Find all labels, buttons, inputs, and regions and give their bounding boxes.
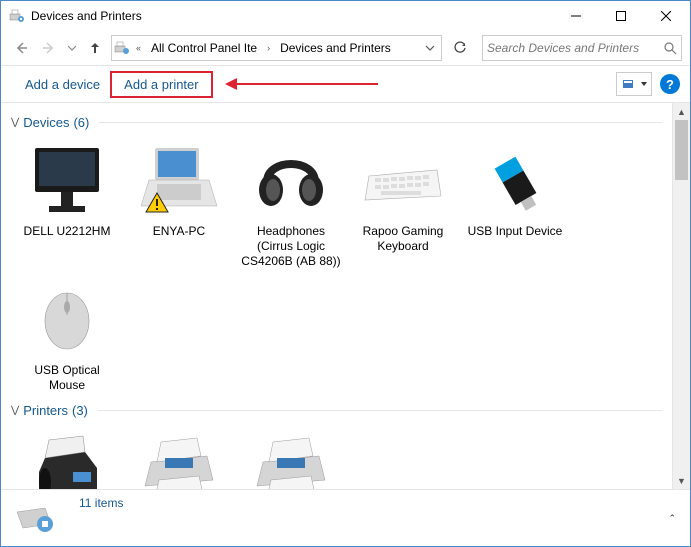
- headphones-icon: [249, 140, 333, 220]
- usb-icon: [473, 140, 557, 220]
- device-item[interactable]: DELL U2212HM: [11, 134, 123, 273]
- details-pane: 11 items ⌃: [1, 489, 690, 546]
- device-item[interactable]: Headphones (Cirrus Logic CS4206B (AB 88)…: [235, 134, 347, 273]
- window-root: Devices and Printers « All Control Panel…: [0, 0, 691, 547]
- printer-item[interactable]: Microsoft XPS Document Writer: [235, 422, 347, 489]
- chevron-down-icon: ⋁: [11, 405, 19, 416]
- fax-icon: [25, 428, 109, 489]
- annotation-arrow: [223, 74, 383, 94]
- breadcrumb-segment[interactable]: All Control Panel Ite: [147, 37, 261, 59]
- chevron-right-icon[interactable]: ›: [263, 37, 274, 59]
- printer-icon: [249, 428, 333, 489]
- keyboard-icon: [361, 140, 445, 220]
- scroll-thumb[interactable]: [675, 120, 688, 180]
- group-header-devices[interactable]: ⋁ Devices (6): [11, 115, 662, 130]
- devices-grid: DELL U2212HM ENYA-PC Headphones (Cirrus …: [11, 134, 662, 397]
- nav-up-button[interactable]: [83, 36, 107, 60]
- view-options-button[interactable]: [616, 72, 652, 96]
- group-header-printers[interactable]: ⋁ Printers (3): [11, 403, 662, 418]
- device-item[interactable]: USB Input Device: [459, 134, 571, 273]
- group-title: Devices: [23, 115, 69, 130]
- device-item[interactable]: ENYA-PC: [123, 134, 235, 273]
- nav-recent-button[interactable]: [65, 36, 79, 60]
- addr-dropdown-button[interactable]: [421, 37, 439, 59]
- printer-item[interactable]: Fax: [11, 422, 123, 489]
- scroll-up-button[interactable]: ▲: [673, 103, 690, 120]
- item-pane[interactable]: ⋁ Devices (6) DELL U2212HM EN: [1, 103, 672, 489]
- titlebar: Devices and Printers: [1, 1, 690, 31]
- device-item[interactable]: Rapoo Gaming Keyboard: [347, 134, 459, 273]
- devices-printers-icon: [9, 8, 25, 24]
- refresh-button[interactable]: [448, 36, 472, 60]
- details-pane-icon: [11, 498, 59, 538]
- item-label: USB Optical Mouse: [13, 363, 121, 393]
- printers-grid: Fax Microsoft Print to PDF Microsoft XPS…: [11, 422, 662, 489]
- vertical-scrollbar[interactable]: ▲ ▼: [672, 103, 690, 489]
- item-count: 11 items: [79, 496, 123, 510]
- add-printer-button[interactable]: Add a printer: [110, 71, 212, 98]
- breadcrumb-segment[interactable]: Devices and Printers: [276, 37, 395, 59]
- laptop-icon: [137, 140, 221, 220]
- close-button[interactable]: [643, 2, 688, 31]
- nav-back-button[interactable]: [9, 36, 33, 60]
- expand-details-button[interactable]: ⌃: [668, 513, 676, 524]
- warning-icon: [145, 192, 169, 214]
- item-label: DELL U2212HM: [13, 224, 121, 239]
- printer-item[interactable]: Microsoft Print to PDF: [123, 422, 235, 489]
- group-title: Printers: [23, 403, 68, 418]
- item-label: ENYA-PC: [125, 224, 233, 239]
- maximize-button[interactable]: [598, 2, 643, 31]
- address-bar: « All Control Panel Ite › Devices and Pr…: [1, 31, 690, 65]
- scroll-down-button[interactable]: ▼: [673, 472, 690, 489]
- search-icon: [663, 41, 677, 55]
- breadcrumb-separator[interactable]: «: [132, 37, 145, 59]
- add-device-button[interactable]: Add a device: [15, 73, 110, 96]
- address-box[interactable]: « All Control Panel Ite › Devices and Pr…: [111, 35, 442, 61]
- item-label: Headphones (Cirrus Logic CS4206B (AB 88)…: [237, 224, 345, 269]
- window-title: Devices and Printers: [31, 9, 142, 23]
- chevron-down-icon: ⋁: [11, 117, 19, 128]
- help-button[interactable]: ?: [660, 74, 680, 94]
- group-count: (6): [73, 115, 89, 130]
- search-input[interactable]: Search Devices and Printers: [482, 35, 682, 61]
- mouse-icon: [25, 279, 109, 359]
- search-placeholder: Search Devices and Printers: [487, 41, 663, 55]
- nav-forward-button[interactable]: [37, 36, 61, 60]
- devices-printers-icon: [114, 40, 130, 56]
- content-area: ⋁ Devices (6) DELL U2212HM EN: [1, 103, 690, 489]
- group-count: (3): [72, 403, 88, 418]
- item-label: USB Input Device: [461, 224, 569, 239]
- printer-icon: [137, 428, 221, 489]
- monitor-icon: [25, 140, 109, 220]
- command-bar: Add a device Add a printer ?: [1, 65, 690, 103]
- minimize-button[interactable]: [553, 2, 598, 31]
- item-label: Rapoo Gaming Keyboard: [349, 224, 457, 254]
- device-item[interactable]: USB Optical Mouse: [11, 273, 123, 397]
